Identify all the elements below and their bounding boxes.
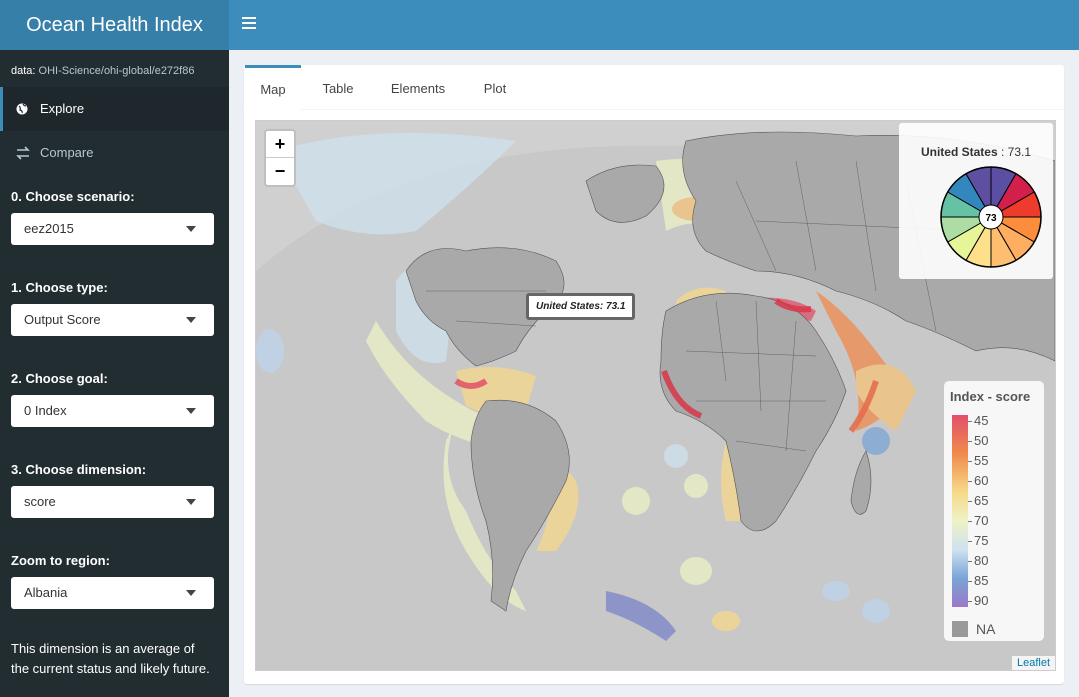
- sidebar-item-compare[interactable]: Compare: [0, 131, 229, 175]
- app-logo[interactable]: Ocean Health Index: [0, 0, 229, 50]
- scenario-select[interactable]: eez2015: [11, 213, 214, 245]
- legend-title: Index - score: [950, 389, 1031, 404]
- legend-tick: 45: [967, 413, 989, 428]
- chevron-down-icon: [186, 408, 196, 414]
- exchange-icon: [16, 146, 30, 160]
- legend-tick: 90: [967, 593, 989, 608]
- tab-bar: Map Table Elements Plot: [244, 65, 1064, 112]
- flower-center-score: 73: [985, 213, 997, 224]
- legend-tick: 75: [967, 533, 989, 548]
- dimension-label: 3. Choose dimension:: [11, 462, 147, 477]
- region-info-title: United States : 73.1: [899, 145, 1053, 159]
- chevron-down-icon: [186, 317, 196, 323]
- tab-plot[interactable]: Plot: [470, 65, 520, 109]
- sidebar-item-label: Compare: [40, 145, 94, 160]
- dimension-value: score: [24, 494, 56, 509]
- navbar: [229, 0, 1079, 50]
- top-bar: Ocean Health Index: [0, 0, 1079, 50]
- sidebar-toggle-icon[interactable]: [242, 17, 256, 31]
- legend-tick: 50: [967, 433, 989, 448]
- region-score: 73.1: [1007, 145, 1032, 159]
- chevron-down-icon: [186, 226, 196, 232]
- goal-select[interactable]: 0 Index: [11, 395, 214, 427]
- region-tooltip: United States: 73.1: [526, 293, 636, 320]
- type-select[interactable]: Output Score: [11, 304, 214, 336]
- legend-tick: 60: [967, 473, 989, 488]
- sidebar-item-label: Explore: [40, 101, 85, 116]
- tab-table[interactable]: Table: [310, 65, 366, 109]
- region-select[interactable]: Albania: [11, 577, 214, 609]
- type-value: Output Score: [24, 312, 101, 327]
- sidebar: data: OHI-Science/ohi-global/e272f86 Exp…: [0, 50, 229, 697]
- scenario-value: eez2015: [24, 221, 74, 236]
- tab-elements[interactable]: Elements: [380, 65, 456, 109]
- legend-tick: 70: [967, 513, 989, 528]
- leaflet-attribution-link[interactable]: Leaflet: [1011, 656, 1055, 670]
- tab-map[interactable]: Map: [245, 65, 301, 112]
- region-info-box: United States : 73.1 73: [899, 123, 1053, 279]
- zoom-out-button[interactable]: −: [266, 157, 294, 184]
- zoom-in-button[interactable]: +: [266, 131, 294, 157]
- region-label: Zoom to region:: [11, 553, 110, 568]
- data-prefix: data:: [11, 65, 36, 77]
- leaflet-map[interactable]: + − United States: 73.1 United States : …: [255, 120, 1056, 671]
- data-source: data: OHI-Science/ohi-global/e272f86: [0, 50, 229, 79]
- legend-na-swatch: [952, 621, 968, 637]
- sidebar-item-explore[interactable]: Explore: [0, 87, 229, 131]
- dimension-select[interactable]: score: [11, 486, 214, 518]
- legend-tick: 65: [967, 493, 989, 508]
- chevron-down-icon: [186, 590, 196, 596]
- legend-tick: 85: [967, 573, 989, 588]
- chevron-down-icon: [186, 499, 196, 505]
- region-separator: :: [997, 145, 1008, 159]
- region-name: United States: [920, 145, 998, 159]
- goal-value: 0 Index: [24, 403, 67, 418]
- flower-plot: 73: [940, 166, 1042, 268]
- legend-tick: 80: [967, 553, 989, 568]
- goal-label: 2. Choose goal:: [11, 371, 108, 386]
- legend-na-label: NA: [976, 621, 996, 637]
- globe-icon: [16, 103, 28, 115]
- data-source-link[interactable]: OHI-Science/ohi-global/e272f86: [39, 65, 195, 77]
- type-label: 1. Choose type:: [11, 280, 108, 295]
- zoom-control: + −: [264, 129, 296, 187]
- legend-tick: 55: [967, 453, 989, 468]
- dimension-description: This dimension is an average of the curr…: [11, 641, 210, 676]
- legend-colorbar: [952, 415, 968, 607]
- scenario-label: 0. Choose scenario:: [11, 189, 135, 204]
- score-legend: Index - score 45 50 55 60 65 70 75 80 85…: [944, 381, 1044, 641]
- region-value: Albania: [24, 585, 68, 600]
